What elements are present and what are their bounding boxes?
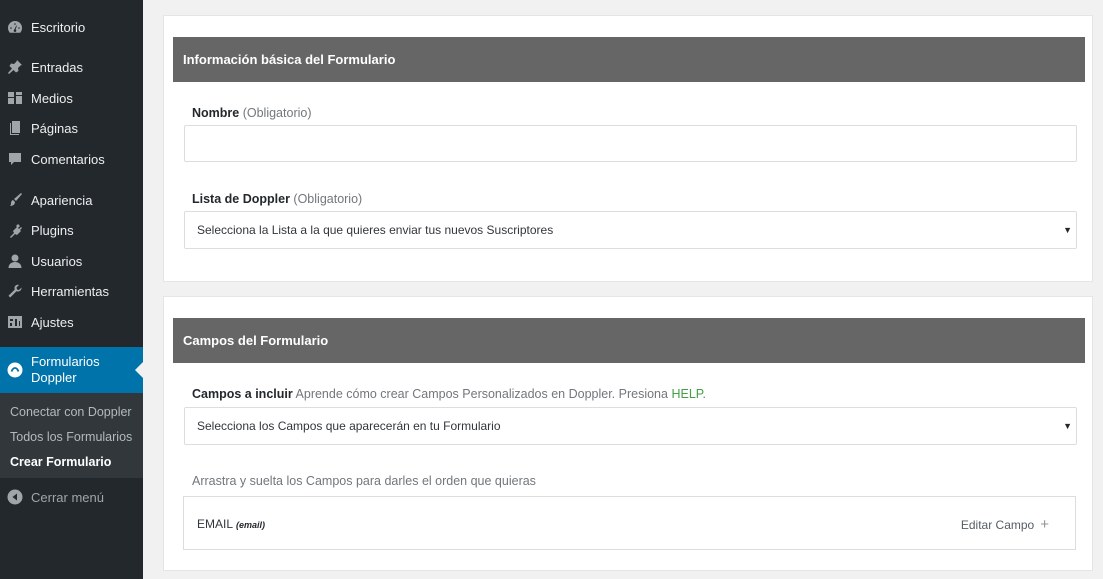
include-label-text: Campos a incluir <box>192 387 293 401</box>
menu-item-label: Herramientas <box>31 283 110 299</box>
list-label-text: Lista de Doppler <box>192 192 290 206</box>
menu-item-label: Usuarios <box>31 253 83 269</box>
pin-icon <box>7 59 23 75</box>
menu-item-label-line1: Formularios <box>31 354 100 369</box>
menu-item-escritorio[interactable]: Escritorio <box>0 12 143 42</box>
pages-icon <box>7 120 23 136</box>
menu-item-label: Páginas <box>31 120 78 136</box>
submenu-item-todos-formularios[interactable]: Todos los Formularios <box>10 430 132 444</box>
submenu: Conectar con Doppler Todos los Formulari… <box>0 393 143 478</box>
collapse-menu-button[interactable]: Cerrar menú <box>0 482 143 512</box>
menu-item-usuarios[interactable]: Usuarios <box>0 246 143 276</box>
form-field-row-email[interactable]: EMAIL (email) Editar Campo + <box>183 496 1076 550</box>
name-label-text: Nombre <box>192 106 240 120</box>
menu-item-label: Apariencia <box>31 192 93 208</box>
menu-item-herramientas[interactable]: Herramientas <box>0 276 143 306</box>
menu-item-plugins[interactable]: Plugins <box>0 215 143 245</box>
menu-item-label: Escritorio <box>31 19 86 35</box>
form-fields-heading: Campos del Formulario <box>173 318 1085 363</box>
field-name-text: EMAIL <box>197 517 234 531</box>
menu-item-label-line2: Doppler <box>31 370 77 385</box>
help-period: . <box>702 387 706 401</box>
plugins-icon <box>7 222 23 238</box>
menu-item-ajustes[interactable]: Ajustes <box>0 307 143 337</box>
menu-item-comentarios[interactable]: Comentarios <box>0 144 143 174</box>
help-link[interactable]: HELP <box>671 387 702 401</box>
doppler-icon <box>7 362 23 378</box>
field-type-text: (email) <box>236 520 266 530</box>
collapse-menu-label: Cerrar menú <box>31 489 104 505</box>
submenu-item-crear-formulario[interactable]: Crear Formulario <box>10 455 111 469</box>
doppler-list-select-value: Selecciona la Lista a la que quieres env… <box>197 223 554 237</box>
chevron-down-icon: ▼ <box>1063 421 1072 431</box>
drag-hint: Arrastra y suelta los Campos para darles… <box>192 474 536 488</box>
plus-icon: + <box>1040 516 1049 533</box>
name-required-text: (Obligatorio) <box>242 106 312 120</box>
current-menu-arrow <box>135 362 143 378</box>
form-fields-panel: Campos del Formulario Campos a incluir A… <box>163 296 1093 571</box>
list-field-label: Lista de Doppler (Obligatorio) <box>192 192 362 206</box>
basic-info-panel: Información básica del Formulario Nombre… <box>163 15 1093 282</box>
fields-select-value: Selecciona los Campos que aparecerán en … <box>197 419 501 433</box>
edit-field-button[interactable]: Editar Campo + <box>960 516 1049 533</box>
main-content: Información básica del Formulario Nombre… <box>143 0 1103 579</box>
menu-item-label: Ajustes <box>31 314 74 330</box>
doppler-list-select[interactable]: Selecciona la Lista a la que quieres env… <box>184 211 1077 249</box>
users-icon <box>7 253 23 269</box>
basic-info-heading: Información básica del Formulario <box>173 37 1085 82</box>
include-fields-label: Campos a incluir Aprende cómo crear Camp… <box>192 387 706 401</box>
include-hint-text: Aprende cómo crear Campos Personalizados… <box>295 387 668 401</box>
menu-item-label: Formularios Doppler <box>31 354 100 386</box>
menu-item-paginas[interactable]: Páginas <box>0 113 143 143</box>
submenu-item-conectar[interactable]: Conectar con Doppler <box>10 405 132 419</box>
collapse-icon <box>7 489 23 505</box>
list-required-text: (Obligatorio) <box>293 192 363 206</box>
chevron-down-icon: ▼ <box>1063 225 1072 235</box>
menu-item-label: Comentarios <box>31 151 105 167</box>
fields-select[interactable]: Selecciona los Campos que aparecerán en … <box>184 407 1077 445</box>
name-field-label: Nombre (Obligatorio) <box>192 106 312 120</box>
menu-item-apariencia[interactable]: Apariencia <box>0 185 143 215</box>
menu-item-label: Plugins <box>31 222 74 238</box>
menu-item-label: Entradas <box>31 59 84 75</box>
edit-field-label: Editar Campo <box>960 518 1035 532</box>
menu-item-entradas[interactable]: Entradas <box>0 52 143 82</box>
comments-icon <box>7 151 23 167</box>
appearance-icon <box>7 192 23 208</box>
field-name: EMAIL (email) <box>197 517 265 531</box>
menu-item-label: Medios <box>31 90 73 106</box>
admin-sidebar: Escritorio Entradas Medios Páginas Comen… <box>0 0 143 579</box>
name-input[interactable] <box>184 125 1077 162</box>
settings-icon <box>7 314 23 330</box>
tools-icon <box>7 283 23 299</box>
menu-item-formularios-doppler[interactable]: Formularios Doppler <box>0 347 143 393</box>
dashboard-icon <box>7 19 23 35</box>
menu-item-medios[interactable]: Medios <box>0 83 143 113</box>
media-icon <box>7 90 23 106</box>
